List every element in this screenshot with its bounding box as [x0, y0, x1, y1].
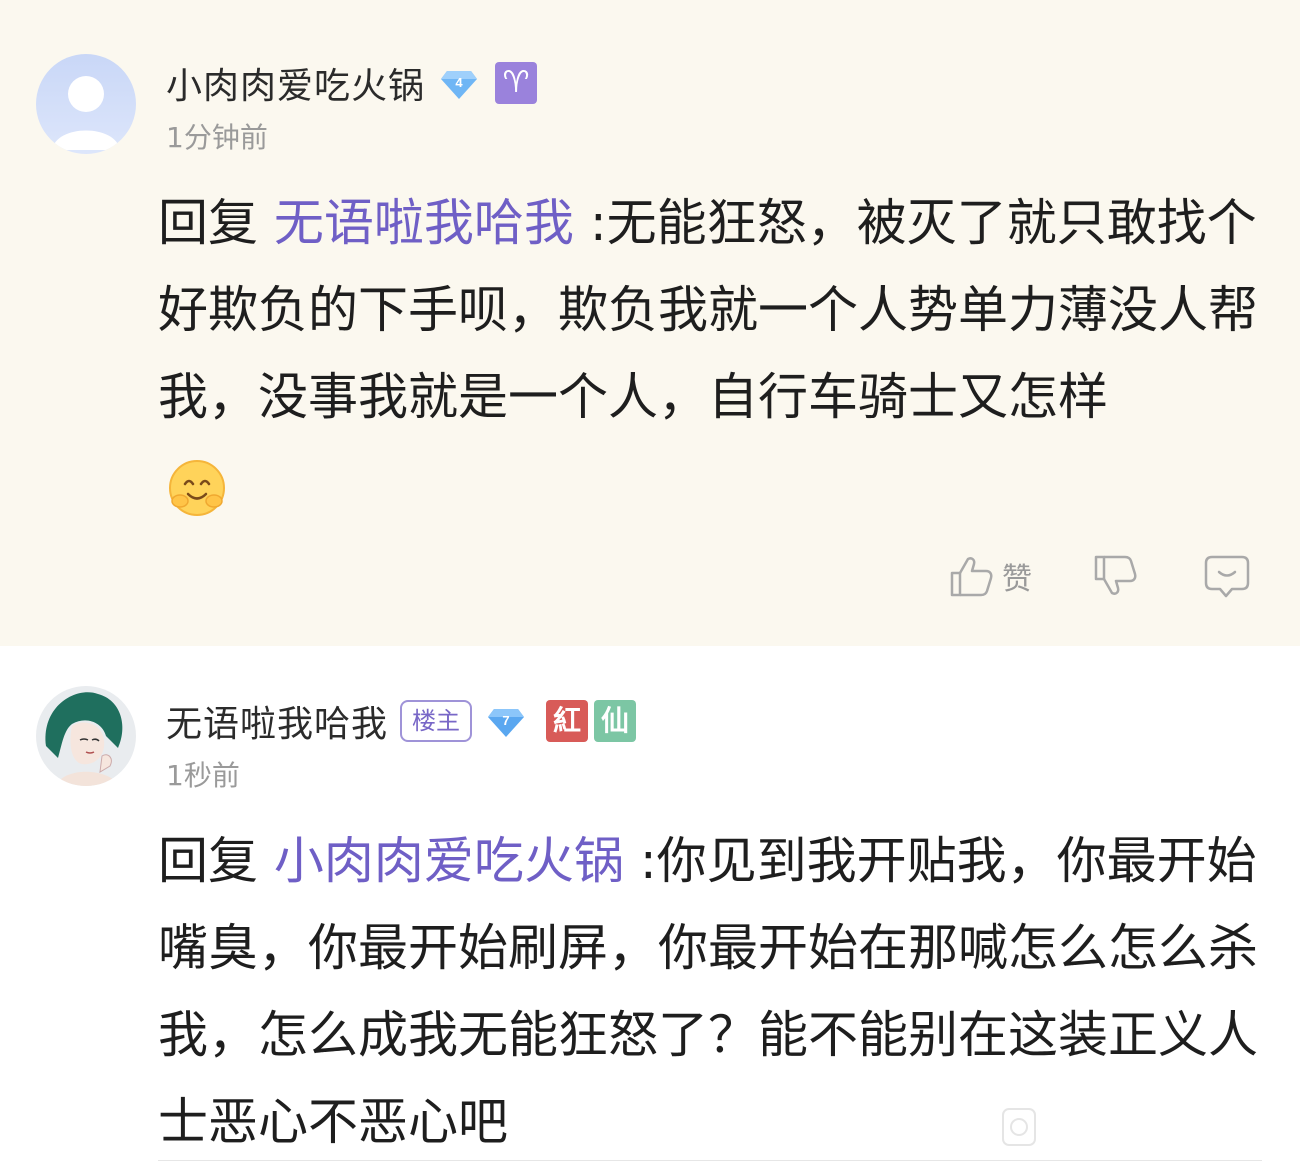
user-avatar-image	[36, 686, 136, 786]
comment-body[interactable]: 回复 小肉肉爱吃火锅 :你见到我开贴我，你最开始嘴臭，你最开始刷屏，你最开始在那…	[158, 818, 1262, 1163]
reply-separator: :	[589, 194, 607, 252]
comment-item: 无语啦我哈我 楼主 7 紅 仙 1秒前 回复 小肉肉爱吃火锅 :你见到我开贴我，…	[0, 646, 1300, 1163]
comment-bubble-icon[interactable]	[1202, 551, 1252, 601]
comment-thread: 小肉肉爱吃火锅 4 ♈ 1分钟前 回复 无语啦我哈我 :无能狂怒，被灭了就只敢找…	[0, 0, 1300, 1163]
thread-owner-badge: 楼主	[400, 700, 473, 742]
comment-item: 小肉肉爱吃火锅 4 ♈ 1分钟前 回复 无语啦我哈我 :无能狂怒，被灭了就只敢找…	[0, 0, 1300, 646]
diamond-level-icon: 7	[488, 709, 525, 737]
level-badge: 4	[439, 63, 479, 103]
zodiac-badge: ♈	[495, 62, 538, 104]
like-button[interactable]: 赞	[946, 551, 1032, 601]
level-badge: 7	[486, 701, 526, 741]
diamond-level-icon: 4	[441, 71, 478, 99]
default-avatar-icon	[36, 54, 136, 154]
user-info-row: 小肉肉爱吃火锅 4 ♈	[166, 57, 538, 109]
reply-target-link[interactable]: 小肉肉爱吃火锅	[274, 832, 624, 890]
thumbs-up-icon	[950, 557, 993, 597]
user-info-row: 无语啦我哈我 楼主 7 紅 仙	[166, 695, 637, 747]
avatar[interactable]	[36, 54, 136, 154]
username[interactable]: 无语啦我哈我	[166, 695, 388, 747]
watermark-icon	[1002, 1108, 1036, 1146]
level-number: 4	[455, 75, 463, 90]
reply-prefix: 回复	[158, 832, 258, 890]
timestamp: 1秒前	[166, 759, 240, 792]
thumbs-down-icon[interactable]	[1090, 551, 1140, 601]
comment-body[interactable]: 回复 无语啦我哈我 :无能狂怒，被灭了就只敢找个好欺负的下手呗，欺负我就一个人势…	[158, 180, 1262, 528]
reply-prefix: 回复	[158, 194, 258, 252]
smile-emoji-icon	[166, 457, 228, 519]
username[interactable]: 小肉肉爱吃火锅	[166, 57, 425, 109]
avatar[interactable]	[36, 686, 136, 786]
reply-target-link[interactable]: 无语啦我哈我	[274, 194, 574, 252]
divider	[158, 1160, 1262, 1161]
timestamp: 1分钟前	[166, 121, 268, 154]
comment-actions: 赞	[946, 548, 1252, 604]
immortal-title-badge: 仙	[594, 700, 637, 742]
like-label: 赞	[1002, 562, 1032, 597]
reply-separator: :	[639, 832, 657, 890]
level-number: 7	[502, 713, 509, 728]
red-title-badge: 紅	[546, 700, 589, 742]
